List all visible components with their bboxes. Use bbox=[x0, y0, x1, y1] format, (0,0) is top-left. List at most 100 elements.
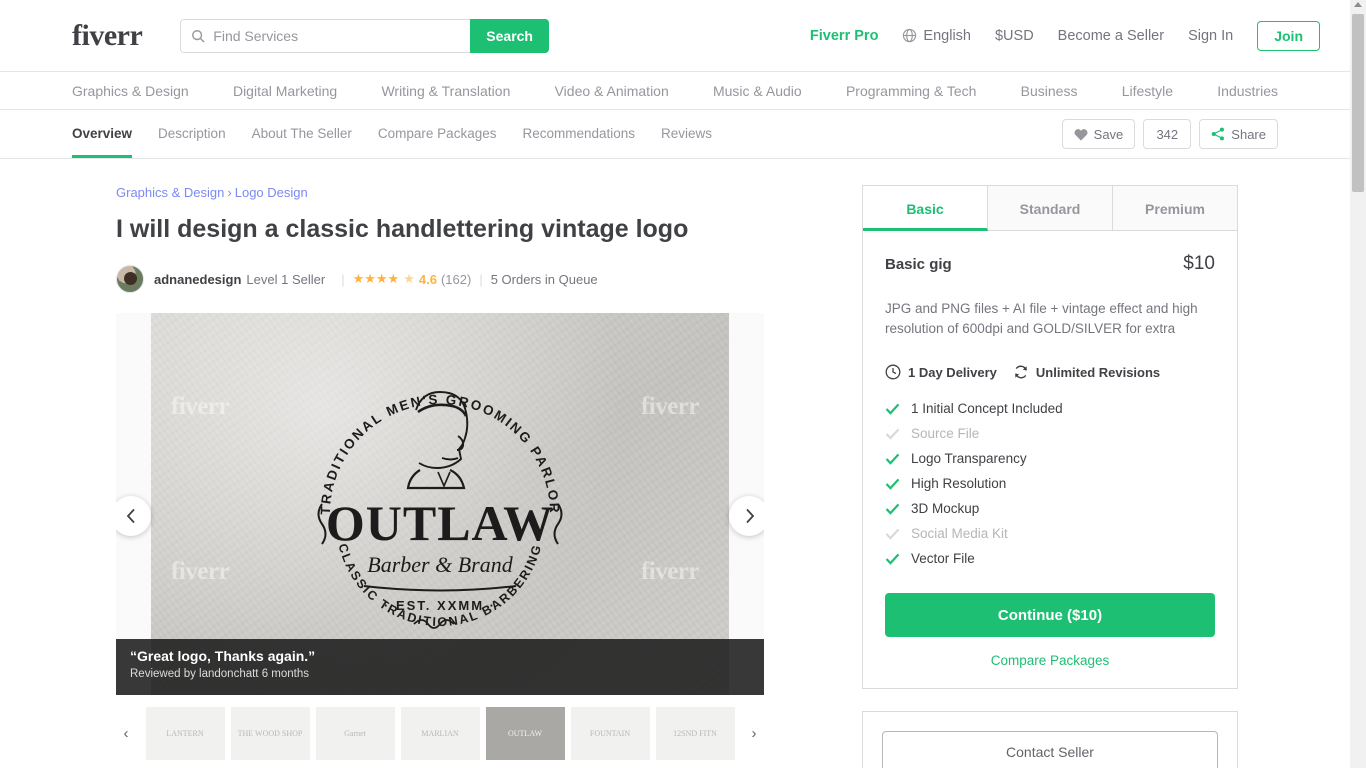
thumbnail-item[interactable]: LANTERN bbox=[145, 707, 225, 761]
feature-item-disabled: Social Media Kit bbox=[885, 521, 1215, 546]
nav-join-button[interactable]: Join bbox=[1257, 20, 1320, 51]
category-video-animation[interactable]: Video & Animation bbox=[555, 83, 669, 99]
search-input-wrapper[interactable] bbox=[180, 18, 471, 53]
nav-currency[interactable]: $USD bbox=[995, 28, 1034, 44]
package-body: Basic gig $10 JPG and PNG files + AI fil… bbox=[863, 231, 1237, 688]
logo-svg: TRADITIONAL MEN'S GROOMING PARLOR CLASSI… bbox=[317, 391, 563, 629]
breadcrumb-graphics-design[interactable]: Graphics & Design bbox=[116, 185, 224, 200]
svg-text:· EST. XXMM ·: · EST. XXMM · bbox=[384, 598, 496, 613]
revisions: Unlimited Revisions bbox=[1013, 364, 1160, 380]
delivery-time: 1 Day Delivery bbox=[885, 364, 997, 380]
tab-compare-packages[interactable]: Compare Packages bbox=[378, 110, 497, 158]
package-features: 1 Initial Concept Included Source File L… bbox=[885, 396, 1215, 571]
watermark-4: fiverr bbox=[640, 558, 700, 586]
contact-seller-button[interactable]: Contact Seller bbox=[882, 731, 1218, 768]
category-business[interactable]: Business bbox=[1021, 83, 1078, 99]
rating-score: 4.6 bbox=[418, 271, 437, 287]
refresh-icon bbox=[1015, 365, 1027, 379]
share-label: Share bbox=[1231, 126, 1266, 142]
page-content: Graphics & Design › Logo Design I will des… bbox=[0, 159, 1350, 768]
seller-info-row: adnanedesign Level 1 Seller | ★★★★ ★ 4.6… bbox=[116, 265, 764, 294]
gig-sidebar: Basic Standard Premium Basic gig $10 JPG… bbox=[862, 185, 1238, 768]
search-input[interactable] bbox=[213, 27, 461, 44]
gig-main-image[interactable]: fiverr fiverr fiverr fiverr TRADITIONAL … bbox=[151, 313, 729, 696]
category-lifestyle[interactable]: Lifestyle bbox=[1122, 83, 1173, 99]
gig-title: I will design a classic handlettering vi… bbox=[116, 215, 689, 243]
package-name: Basic gig bbox=[885, 256, 952, 273]
thumbnail-item[interactable]: 12SND FITN bbox=[655, 707, 735, 761]
thumbnail-list: LANTERN THE WOOD SHOP Garnet MARLIAN OUT… bbox=[136, 707, 744, 761]
package-price: $10 bbox=[1183, 253, 1215, 274]
save-button[interactable]: Save bbox=[1061, 119, 1136, 149]
thumbnail-item[interactable]: Garnet bbox=[315, 707, 395, 761]
feature-label: High Resolution bbox=[911, 476, 1007, 492]
search-bar: Search bbox=[180, 18, 549, 53]
fiverr-logo[interactable]: fiverr bbox=[72, 19, 143, 53]
chevron-right-icon bbox=[745, 509, 754, 524]
search-icon bbox=[192, 29, 205, 43]
check-icon bbox=[885, 553, 900, 565]
watermark-2: fiverr bbox=[640, 393, 700, 421]
site-header: fiverr Search Fiverr Pro English bbox=[0, 0, 1350, 72]
feature-label: Logo Transparency bbox=[911, 451, 1027, 467]
feature-label: Source File bbox=[911, 426, 980, 442]
scrollbar-thumb[interactable] bbox=[1352, 14, 1364, 192]
share-button[interactable]: Share bbox=[1199, 119, 1278, 149]
thumbnail-strip: ‹ LANTERN THE WOOD SHOP Garnet MARLIAN O… bbox=[116, 707, 764, 761]
gig-main-column: Graphics & Design › Logo Design I will des… bbox=[116, 185, 764, 768]
thumbnail-item[interactable]: MARLIAN bbox=[400, 707, 480, 761]
package-tab-standard[interactable]: Standard bbox=[988, 186, 1113, 231]
tab-description[interactable]: Description bbox=[158, 110, 226, 158]
category-writing-translation[interactable]: Writing & Translation bbox=[381, 83, 510, 99]
category-digital-marketing[interactable]: Digital Marketing bbox=[233, 83, 337, 99]
rating-review-count: (162) bbox=[440, 271, 472, 287]
tab-overview[interactable]: Overview bbox=[72, 110, 133, 158]
compare-packages-link[interactable]: Compare Packages bbox=[885, 653, 1215, 668]
continue-button[interactable]: Continue ($10) bbox=[885, 593, 1215, 638]
feature-item: 3D Mockup bbox=[885, 496, 1215, 521]
nav-fiverr-pro[interactable]: Fiverr Pro bbox=[810, 28, 879, 44]
package-description: JPG and PNG files + AI file + vintage ef… bbox=[885, 301, 1198, 336]
nav-language[interactable]: English bbox=[902, 28, 971, 44]
feature-item: Vector File bbox=[885, 546, 1215, 571]
breadcrumb-logo-design[interactable]: Logo Design bbox=[235, 185, 308, 200]
category-music-audio[interactable]: Music & Audio bbox=[713, 83, 802, 99]
seller-name[interactable]: adnanedesign bbox=[154, 272, 241, 287]
category-graphics-design[interactable]: Graphics & Design bbox=[72, 83, 189, 99]
clock-icon bbox=[885, 364, 901, 380]
category-industries[interactable]: Industries bbox=[1217, 83, 1278, 99]
thumbnail-item[interactable]: THE WOOD SHOP bbox=[230, 707, 310, 761]
page-scrollbar[interactable] bbox=[1350, 0, 1366, 768]
category-programming-tech[interactable]: Programming & Tech bbox=[846, 83, 976, 99]
save-label: Save bbox=[1093, 126, 1124, 142]
seller-avatar[interactable] bbox=[116, 265, 144, 294]
tab-reviews[interactable]: Reviews bbox=[661, 110, 712, 158]
tab-recommendations[interactable]: Recommendations bbox=[522, 110, 635, 158]
save-count[interactable]: 342 bbox=[1143, 119, 1192, 149]
gallery-next-button[interactable] bbox=[729, 496, 764, 537]
thumbnails-next-button[interactable]: › bbox=[744, 725, 764, 742]
breadcrumb: Graphics & Design › Logo Design bbox=[116, 185, 764, 200]
revisions-label: Unlimited Revisions bbox=[1035, 364, 1161, 380]
gallery-prev-button[interactable] bbox=[116, 496, 151, 537]
nav-sign-in[interactable]: Sign In bbox=[1188, 28, 1233, 44]
thumbnail-item[interactable]: FOUNTAIN bbox=[570, 707, 650, 761]
logo-artwork: TRADITIONAL MEN'S GROOMING PARLOR CLASSI… bbox=[306, 354, 574, 654]
thumbnails-prev-button[interactable]: ‹ bbox=[116, 725, 136, 742]
gallery-review-caption: “Great logo, Thanks again.” Reviewed by … bbox=[116, 639, 764, 696]
package-tab-basic[interactable]: Basic bbox=[863, 186, 988, 231]
search-button[interactable]: Search bbox=[470, 18, 549, 53]
feature-label: Vector File bbox=[911, 551, 975, 567]
package-tabs: Basic Standard Premium bbox=[863, 186, 1237, 231]
package-meta: 1 Day Delivery Unlimited Revisions bbox=[885, 364, 1215, 380]
scroll-up-arrow-icon[interactable] bbox=[1354, 2, 1362, 7]
delivery-label: 1 Day Delivery bbox=[908, 364, 997, 380]
breadcrumb-separator: › bbox=[227, 185, 232, 200]
svg-text:Barber & Brand: Barber & Brand bbox=[367, 552, 513, 577]
thumbnail-item-selected[interactable]: OUTLAW bbox=[485, 707, 565, 761]
package-tab-premium[interactable]: Premium bbox=[1113, 186, 1237, 231]
nav-become-seller[interactable]: Become a Seller bbox=[1058, 28, 1164, 44]
tab-about-the-seller[interactable]: About The Seller bbox=[252, 110, 352, 158]
review-author: Reviewed by landonchatt 6 months bbox=[130, 668, 309, 681]
category-nav: Graphics & Design Digital Marketing Writ… bbox=[0, 72, 1350, 110]
